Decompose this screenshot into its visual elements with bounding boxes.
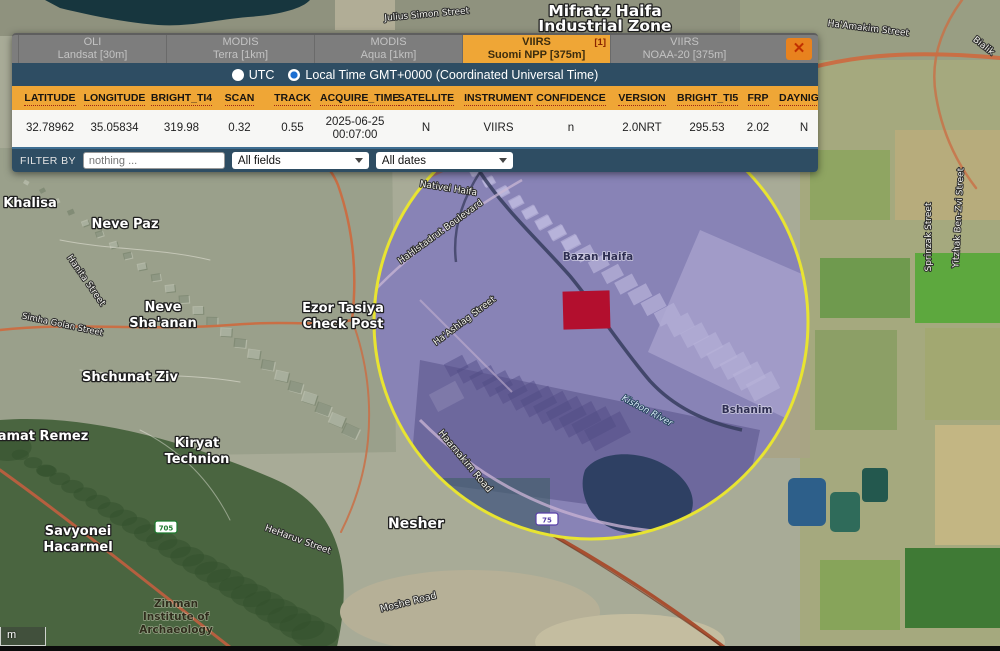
tab-viirs-noaa20[interactable]: VIIRS NOAA-20 [375m] [610,35,758,63]
filter-dates-select[interactable]: All dates [376,152,513,169]
tab-viirs-suomi-npp[interactable]: [1] VIIRS Suomi NPP [375m] [462,35,610,63]
attribution-bar [0,646,1000,651]
cell-bright_ti4: 319.98 [149,122,214,135]
map-label: Nesher [388,516,444,532]
cell-satellite: N [390,122,462,135]
tab-label-line2: NOAA-20 [375m] [643,49,727,62]
detection-count-badge: [1] [594,36,606,49]
map-label: Sprinzak Street [924,202,934,271]
column-header-daynight[interactable]: DAYNIGHT [779,92,818,104]
cell-track: 0.55 [265,122,320,135]
cell-version: 2.0NRT [607,122,677,135]
column-header-longitude[interactable]: LONGITUDE [80,92,149,104]
radio-utc-icon[interactable] [232,69,244,81]
map-label: Neve Paz [91,217,158,232]
dates-select-value: All dates [382,155,426,167]
column-header-latitude[interactable]: LATITUDE [20,92,80,104]
radio-local-time-icon[interactable] [288,69,300,81]
cell-frp: 2.02 [737,122,779,135]
map-label: Bshanim [722,404,773,416]
table-header-row: LATITUDELONGITUDEBRIGHT_TI4SCANTRACKACQU… [12,86,818,110]
firms-map-viewport: 70575 Julius Simon StreetMifratz HaifaIn… [0,0,1000,651]
map-label: Ramat Remez [0,429,88,444]
fire-data-panel: OLI Landsat [30m] MODIS Terra [1km] MODI… [12,33,818,172]
time-toggle-row: UTC Local Time GMT+0000 (Coordinated Uni… [12,63,818,86]
chevron-down-icon [355,158,363,163]
column-header-acquire_time[interactable]: ACQUIRE_TIME [320,92,390,104]
cell-confidence: n [535,122,607,135]
svg-text:75: 75 [542,517,552,525]
column-header-frp[interactable]: FRP [737,92,779,104]
tab-modis-terra[interactable]: MODIS Terra [1km] [166,35,314,63]
cell-instrument: VIIRS [462,122,535,135]
scale-label: m [7,629,16,641]
chevron-down-icon [499,158,507,163]
map-label: Neve [145,300,182,315]
column-header-satellite[interactable]: SATELLITE [390,92,462,104]
map-label: Archaeology [139,624,213,636]
tab-label-line2: Terra [1km] [213,49,268,62]
tab-label-line1: VIIRS [522,36,551,49]
table-row[interactable]: 32.7896235.05834319.980.320.552025-06-25… [12,110,818,147]
radio-utc[interactable]: UTC [232,68,275,82]
column-header-instrument[interactable]: INSTRUMENT [462,92,535,104]
cell-scan: 0.32 [214,122,265,135]
road-shield-icon: 705 [155,521,177,533]
filter-by-label: FILTER BY [20,155,76,167]
cell-longitude: 35.05834 [80,122,149,135]
filter-text-input[interactable] [83,152,225,169]
cell-daynight: N [779,122,818,135]
map-label: Sha'anan [129,316,196,331]
tab-modis-aqua[interactable]: MODIS Aqua [1km] [314,35,462,63]
tab-label-line1: MODIS [222,36,258,49]
tab-oli-landsat[interactable]: OLI Landsat [30m] [18,35,166,63]
tab-label-line2: Suomi NPP [375m] [488,49,586,62]
map-label: Zinman [154,598,198,610]
tab-label-line1: MODIS [370,36,406,49]
cell-latitude: 32.78962 [20,122,80,135]
column-header-scan[interactable]: SCAN [214,92,265,104]
fire-detection-footprint[interactable] [563,290,611,329]
map-label: Ezor Tasiya [302,301,384,316]
map-label: Hacarmel [43,540,112,555]
close-icon[interactable]: ✕ [786,38,812,60]
map-label: Check Post [303,317,384,332]
cell-acquire_time: 2025-06-25 00:07:00 [320,116,390,142]
column-header-bright_ti5[interactable]: BRIGHT_TI5 [677,92,737,104]
map-label: Technion [165,452,230,467]
utc-label: UTC [249,68,275,82]
local-time-label: Local Time GMT+0000 (Coordinated Univers… [305,68,598,82]
column-header-confidence[interactable]: CONFIDENCE [535,92,607,104]
tab-label-line2: Landsat [30m] [58,49,128,62]
map-label: Khalisa [3,196,57,211]
filter-bar: FILTER BY All fields All dates [12,149,818,172]
tab-label-line1: OLI [84,36,102,49]
map-label: Savyonei [45,524,112,539]
map-label: Shchunat Ziv [82,370,178,385]
column-header-bright_ti4[interactable]: BRIGHT_TI4 [149,92,214,104]
radio-local-time[interactable]: Local Time GMT+0000 (Coordinated Univers… [288,68,598,82]
road-shield-icon: 75 [536,513,558,525]
cell-bright_ti5: 295.53 [677,122,737,135]
tab-label-line1: VIIRS [670,36,699,49]
map-label: Institute of [143,611,210,623]
map-label: Bazan Haifa [563,251,634,263]
column-header-version[interactable]: VERSION [607,92,677,104]
tab-label-line2: Aqua [1km] [361,49,417,62]
map-label: Kiryat [175,436,219,451]
fields-select-value: All fields [238,155,281,167]
sensor-tab-bar: OLI Landsat [30m] MODIS Terra [1km] MODI… [12,33,818,63]
column-header-track[interactable]: TRACK [265,92,320,104]
svg-text:705: 705 [159,525,174,533]
filter-fields-select[interactable]: All fields [232,152,369,169]
map-scale-bar: m [0,627,46,646]
